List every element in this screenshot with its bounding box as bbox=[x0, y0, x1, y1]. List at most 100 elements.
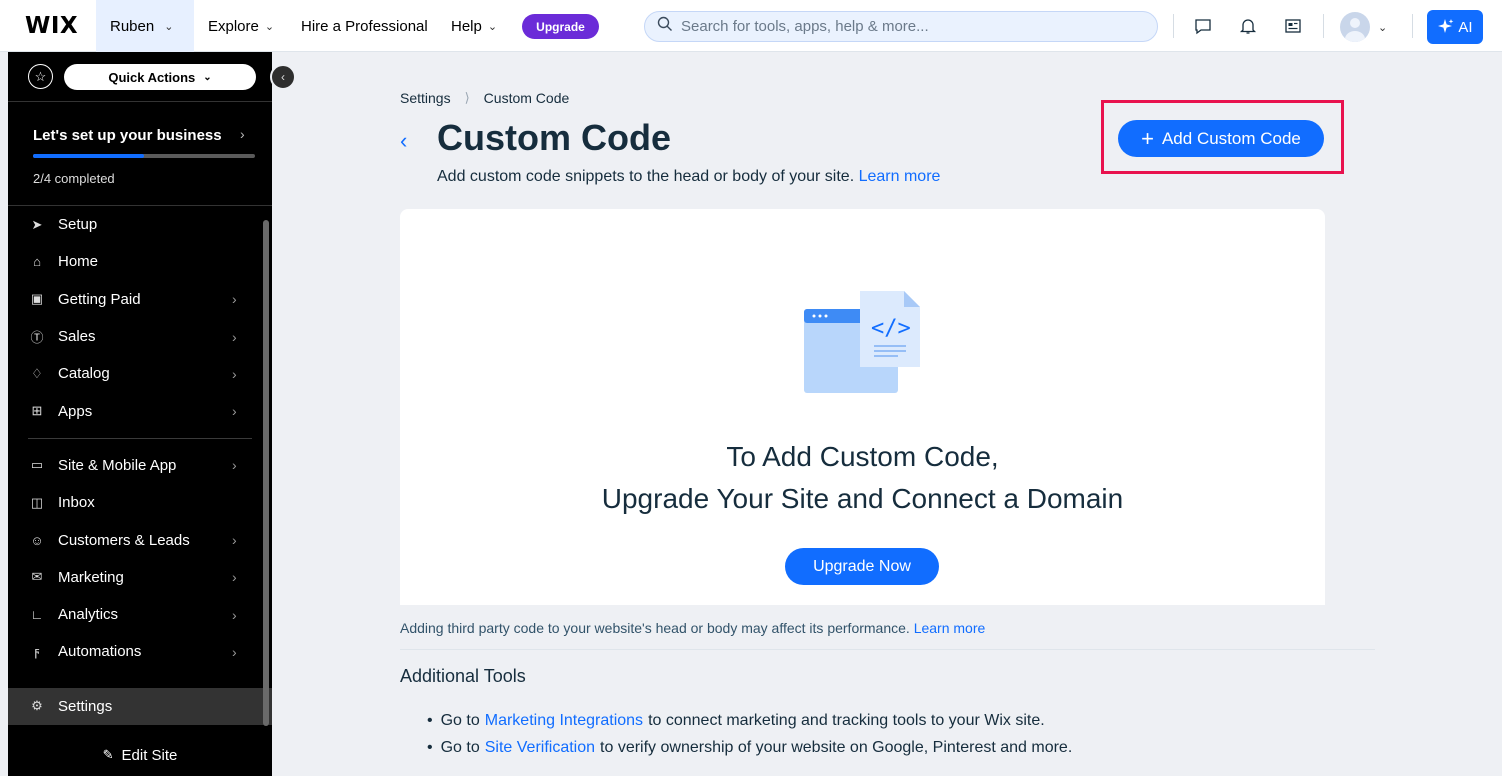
chevron-down-icon: ⌄ bbox=[1378, 21, 1388, 34]
sidebar-item-settings[interactable]: ⚙ Settings bbox=[8, 687, 272, 725]
sidebar-item-label: Marketing bbox=[58, 568, 124, 586]
notice-learn-more-link[interactable]: Learn more bbox=[914, 620, 986, 636]
rocket-icon: ➤ bbox=[31, 216, 43, 232]
sidebar-scrollbar[interactable] bbox=[263, 220, 269, 726]
inbox-icon: ◫ bbox=[30, 494, 44, 510]
breadcrumb-current: Custom Code bbox=[483, 90, 570, 106]
chevron-down-icon: ⌄ bbox=[487, 20, 498, 33]
sidebar-item-customers-leads[interactable]: ☺ Customers & Leads › bbox=[8, 521, 272, 558]
sidebar-item-automations[interactable]: ϝ Automations › bbox=[8, 633, 272, 670]
marketing-integrations-link[interactable]: Marketing Integrations bbox=[485, 712, 643, 730]
sidebar-item-label: Sales bbox=[58, 328, 96, 346]
chevron-right-icon: › bbox=[232, 365, 237, 382]
sidebar-item-setup[interactable]: ➤ Setup bbox=[8, 206, 272, 243]
sidebar-item-home[interactable]: ⌂ Home bbox=[8, 243, 272, 280]
catalog-icon: ♢ bbox=[31, 365, 43, 381]
setup-progress-card[interactable]: Let's set up your business › 2/4 complet… bbox=[8, 102, 272, 206]
edit-site-button[interactable]: ✎ Edit Site bbox=[8, 734, 272, 776]
dollar-icon: Ⓣ bbox=[30, 330, 44, 346]
site-name: Ruben bbox=[110, 17, 155, 35]
account-menu[interactable]: ⌄ bbox=[1340, 12, 1387, 42]
site-verification-link[interactable]: Site Verification bbox=[485, 739, 595, 757]
sidebar-item-label: Setup bbox=[58, 216, 98, 234]
chevron-down-icon: ⌄ bbox=[164, 20, 174, 33]
sidebar-item-site-mobile-app[interactable]: ▭ Site & Mobile App › bbox=[8, 447, 272, 484]
sidebar-item-label: Inbox bbox=[58, 494, 95, 512]
nav-hire-professional[interactable]: Hire a Professional bbox=[301, 0, 428, 52]
sidebar-item-analytics[interactable]: ∟ Analytics › bbox=[8, 596, 272, 633]
divider bbox=[1323, 14, 1324, 38]
nav-explore[interactable]: Explore ⌄ bbox=[208, 0, 274, 52]
sidebar-item-label: Automations bbox=[58, 643, 142, 661]
quick-actions-button[interactable]: Quick Actions ⌄ bbox=[64, 64, 256, 90]
chevron-right-icon: › bbox=[232, 606, 237, 623]
setup-progress-bar bbox=[33, 154, 255, 158]
sparkle-icon bbox=[1438, 19, 1454, 33]
chat-icon[interactable] bbox=[1190, 13, 1216, 39]
payment-icon: ▣ bbox=[30, 291, 44, 307]
news-icon[interactable] bbox=[1280, 13, 1306, 39]
search-input[interactable] bbox=[681, 18, 1151, 35]
bell-icon[interactable] bbox=[1235, 13, 1261, 39]
divider bbox=[1412, 14, 1413, 38]
list-item: Go to Marketing Integrations to connect … bbox=[427, 707, 1072, 734]
breadcrumb-settings[interactable]: Settings bbox=[400, 90, 451, 106]
site-switcher[interactable]: Ruben ⌄ bbox=[96, 0, 194, 52]
additional-tools-title: Additional Tools bbox=[400, 666, 526, 686]
sidebar-item-getting-paid[interactable]: ▣ Getting Paid › bbox=[8, 281, 272, 318]
quick-actions-row: ☆ Quick Actions ⌄ bbox=[8, 52, 272, 102]
back-arrow-icon[interactable]: ‹ bbox=[400, 128, 407, 154]
tool-prefix: Go to bbox=[440, 738, 480, 756]
star-icon[interactable]: ☆ bbox=[28, 64, 53, 89]
top-bar: WIX Ruben ⌄ Explore ⌄ Hire a Professiona… bbox=[0, 0, 1502, 52]
gear-icon: ⚙ bbox=[31, 698, 43, 714]
page-subtitle: Add custom code snippets to the head or … bbox=[437, 168, 940, 186]
chevron-down-icon: ⌄ bbox=[264, 20, 275, 33]
collapse-sidebar-button[interactable]: ‹ bbox=[270, 64, 296, 90]
nav-help-label: Help bbox=[451, 17, 482, 35]
chevron-right-icon: › bbox=[232, 532, 237, 549]
chevron-right-icon: › bbox=[232, 569, 237, 586]
tool-prefix: Go to bbox=[440, 711, 480, 729]
chevron-right-icon: ⟩ bbox=[464, 90, 470, 105]
divider bbox=[400, 649, 1375, 650]
sidebar-divider bbox=[28, 437, 252, 439]
sidebar-item-label: Catalog bbox=[58, 365, 110, 383]
add-custom-code-button[interactable]: + Add Custom Code bbox=[1118, 120, 1324, 157]
plus-icon: + bbox=[1141, 125, 1154, 151]
sidebar-nav: ➤ Setup ⌂ Home ▣ Getting Paid › Ⓣ Sales … bbox=[8, 206, 272, 725]
tool-suffix: to verify ownership of your website on G… bbox=[600, 738, 1073, 756]
chevron-right-icon: › bbox=[232, 328, 237, 345]
search-bar[interactable] bbox=[644, 11, 1158, 42]
additional-tools-list: Go to Marketing Integrations to connect … bbox=[427, 707, 1073, 761]
learn-more-link[interactable]: Learn more bbox=[859, 168, 941, 185]
pencil-icon: ✎ bbox=[102, 747, 114, 762]
sidebar-item-label: Getting Paid bbox=[58, 290, 141, 308]
chevron-right-icon: › bbox=[240, 126, 245, 142]
search-icon bbox=[657, 16, 673, 37]
sidebar-item-label: Analytics bbox=[58, 606, 119, 624]
setup-count: 2/4 completed bbox=[33, 171, 115, 186]
code-file-illustration: </> bbox=[804, 291, 922, 400]
sidebar-item-label: Apps bbox=[58, 402, 93, 420]
device-icon: ▭ bbox=[30, 457, 44, 473]
sidebar-item-apps[interactable]: ⊞ Apps › bbox=[8, 392, 272, 429]
sidebar-item-sales[interactable]: Ⓣ Sales › bbox=[8, 318, 272, 355]
card-title-line1: To Add Custom Code, bbox=[726, 441, 999, 472]
upgrade-button[interactable]: Upgrade bbox=[522, 14, 599, 39]
avatar bbox=[1340, 12, 1370, 42]
upgrade-card: </> To Add Custom Code, Upgrade Your Sit… bbox=[400, 209, 1325, 605]
performance-notice: Adding third party code to your website'… bbox=[400, 620, 985, 636]
ai-assistant-button[interactable]: AI bbox=[1427, 10, 1483, 44]
chevron-right-icon: › bbox=[232, 403, 237, 420]
sidebar-item-inbox[interactable]: ◫ Inbox bbox=[8, 484, 272, 521]
nav-explore-label: Explore bbox=[208, 17, 259, 35]
list-item: Go to Site Verification to verify owners… bbox=[427, 734, 1073, 761]
sidebar-item-catalog[interactable]: ♢ Catalog › bbox=[8, 355, 272, 392]
nav-help[interactable]: Help ⌄ bbox=[451, 0, 497, 52]
upgrade-now-button[interactable]: Upgrade Now bbox=[785, 548, 939, 585]
sidebar-item-label: Customers & Leads bbox=[58, 531, 190, 549]
megaphone-icon: ✉ bbox=[31, 569, 43, 585]
wix-logo[interactable]: WIX bbox=[25, 13, 78, 39]
sidebar-item-marketing[interactable]: ✉ Marketing › bbox=[8, 559, 272, 596]
